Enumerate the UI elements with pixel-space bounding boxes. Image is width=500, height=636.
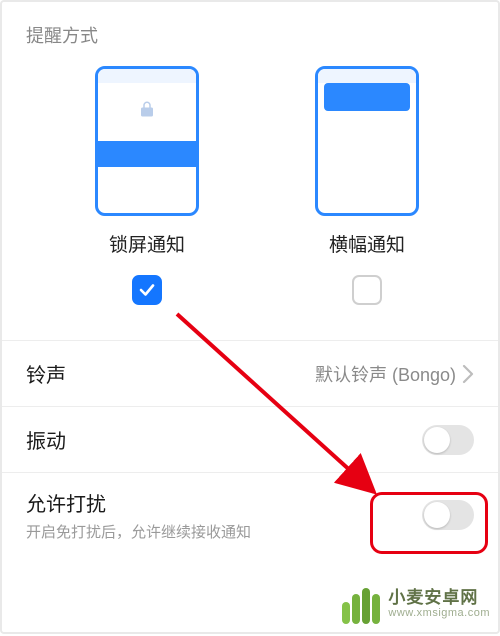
switch-knob — [424, 427, 450, 453]
row-vibrate-title: 振动 — [26, 425, 66, 454]
option-banner[interactable]: 横幅通知 — [292, 66, 442, 310]
checkbox-checked-icon — [132, 275, 162, 305]
watermark-icon — [342, 584, 382, 624]
chevron-right-icon — [462, 364, 474, 384]
section-title: 提醒方式 — [2, 2, 498, 56]
row-allow-interrupt: 允许打扰 开启免打扰后，允许继续接收通知 — [2, 472, 498, 556]
switch-allow-interrupt[interactable] — [422, 500, 474, 530]
row-ringtone-value: 默认铃声 (Bongo) — [315, 361, 456, 387]
option-lockscreen-label: 锁屏通知 — [109, 230, 185, 257]
watermark-title: 小麦安卓网 — [388, 589, 490, 608]
row-allow-interrupt-subtitle: 开启免打扰后，允许继续接收通知 — [26, 521, 251, 542]
lockscreen-notification-bar — [98, 141, 196, 167]
alert-style-options: 锁屏通知 横幅通知 — [2, 56, 498, 310]
row-ringtone-title: 铃声 — [26, 359, 66, 388]
preview-statusbar — [318, 69, 416, 83]
switch-knob — [424, 502, 450, 528]
option-banner-label: 横幅通知 — [329, 230, 405, 257]
banner-notification-bar — [324, 83, 410, 111]
watermark-url: www.xmsigma.com — [388, 607, 490, 619]
option-banner-checkbox[interactable] — [352, 275, 382, 310]
lockscreen-preview — [95, 66, 199, 216]
preview-statusbar — [98, 69, 196, 83]
switch-vibrate[interactable] — [422, 425, 474, 455]
lock-icon — [98, 99, 196, 119]
banner-preview — [315, 66, 419, 216]
settings-list: 铃声 默认铃声 (Bongo) 振动 允许打扰 开启免打扰后，允 — [2, 340, 498, 556]
row-vibrate: 振动 — [2, 406, 498, 472]
option-lockscreen[interactable]: 锁屏通知 — [72, 66, 222, 310]
checkbox-unchecked-icon — [352, 275, 382, 305]
settings-notification-page: 提醒方式 锁屏通知 横幅通知 — [0, 0, 500, 634]
watermark-logo: 小麦安卓网 www.xmsigma.com — [342, 584, 490, 624]
row-allow-interrupt-title: 允许打扰 — [26, 488, 251, 517]
row-ringtone[interactable]: 铃声 默认铃声 (Bongo) — [2, 340, 498, 406]
option-lockscreen-checkbox[interactable] — [132, 275, 162, 305]
